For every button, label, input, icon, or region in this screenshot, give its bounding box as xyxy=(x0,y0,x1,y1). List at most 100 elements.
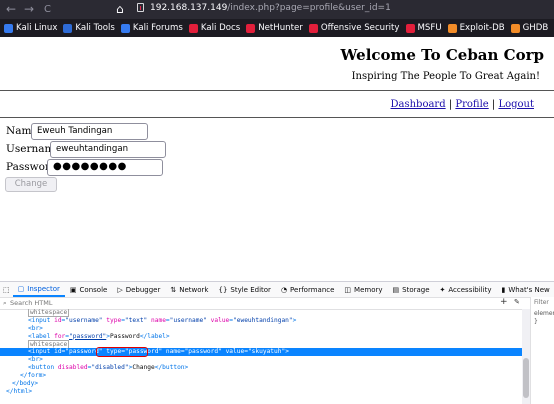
reload-button[interactable]: C xyxy=(44,3,51,17)
pick-element-icon[interactable]: ⬚ xyxy=(0,282,13,297)
bookmark-item[interactable]: Exploit-DB xyxy=(447,23,505,33)
bookmark-icon xyxy=(308,23,318,33)
rules-pane: Filter element } xyxy=(530,297,554,404)
tab-icon: ▮ xyxy=(501,285,506,294)
search-html-input[interactable]: Search HTML xyxy=(10,299,53,307)
bookmark-label: Exploit-DB xyxy=(459,23,505,33)
markup-line[interactable]: whitespace xyxy=(0,309,522,317)
eyedropper-icon[interactable]: ✎ xyxy=(514,298,520,306)
filter-styles-input[interactable]: Filter xyxy=(534,299,549,306)
divider-top xyxy=(0,90,554,91)
markup-line[interactable]: </body> xyxy=(0,380,522,388)
bookmark-label: MSFU xyxy=(417,23,442,33)
add-node-icon[interactable]: + xyxy=(500,297,508,307)
bookmark-label: Kali Tools xyxy=(75,23,115,33)
username-field[interactable]: eweuhtandingan xyxy=(50,141,166,158)
markup-line[interactable]: </form> xyxy=(0,372,522,380)
tab-icon: ◫ xyxy=(344,285,352,294)
bookmark-label: Kali Linux xyxy=(16,23,58,33)
markup-view[interactable]: whitespace <input id="username" type="te… xyxy=(0,309,522,404)
markup-line-selected[interactable]: <input id="password" type="password" nam… xyxy=(0,348,522,357)
devtools-tab-performance[interactable]: ◔ Performance xyxy=(276,282,339,297)
tab-label: Accessibility xyxy=(448,285,492,294)
bookmark-icon xyxy=(188,23,198,33)
markup-line[interactable]: <button disabled="disabled">Change</butt… xyxy=(0,364,522,372)
bookmark-item[interactable]: Kali Forums xyxy=(120,23,183,33)
tab-label: Debugger xyxy=(125,285,161,294)
highlight-annotation-box xyxy=(96,347,148,357)
bookmark-label: Kali Docs xyxy=(200,23,241,33)
devtools-tab-network[interactable]: ⇅ Network xyxy=(165,282,213,297)
insecure-lock-icon[interactable] xyxy=(137,3,144,12)
markup-line[interactable]: <label for="password">Password</label> xyxy=(0,333,522,341)
tab-label: Network xyxy=(179,285,209,294)
bookmark-item[interactable]: GHDB xyxy=(510,23,549,33)
password-field[interactable]: ●●●●●●●● xyxy=(47,159,163,176)
tab-label: Inspector xyxy=(27,284,60,293)
devtools-panel: ⬚ ▢ Inspector ▣ Console ▷ Debugger ⇅ Network{} S… xyxy=(0,281,554,404)
bookmark-item[interactable]: Kali Linux xyxy=(4,23,57,33)
tab-label: Style Editor xyxy=(230,285,271,294)
devtools-tabbar: ⬚ ▢ Inspector ▣ Console ▷ Debugger ⇅ Network{} S… xyxy=(0,282,554,298)
bookmark-item[interactable]: Kali Docs xyxy=(188,23,241,33)
dashboard-link[interactable]: Dashboard xyxy=(391,99,446,110)
scrollbar-thumb[interactable] xyxy=(523,358,529,398)
bookmark-item[interactable]: Kali Tools xyxy=(63,23,115,33)
tab-icon: ▣ xyxy=(69,285,77,294)
page-title: Welcome To Ceban Corp xyxy=(340,46,544,64)
bookmark-label: Kali Forums xyxy=(132,23,183,33)
logout-link[interactable]: Logout xyxy=(498,99,534,110)
bookmark-item[interactable]: Offensive Security xyxy=(308,23,400,33)
devtools-tab-what-s-new[interactable]: ▮ What's New xyxy=(496,282,554,297)
profile-link[interactable]: Profile xyxy=(455,99,488,110)
browser-toolbar: ← → C ⌂ 192.168.137.149/index.php?page=p… xyxy=(0,0,554,19)
tab-icon: ▢ xyxy=(17,284,25,293)
nav-links: Dashboard | Profile | Logout xyxy=(391,99,535,110)
divider-bottom xyxy=(0,117,554,118)
markup-line[interactable]: whitespace xyxy=(0,339,522,349)
tab-icon: ◔ xyxy=(280,285,288,294)
name-field[interactable]: Eweuh Tandingan xyxy=(31,123,148,140)
bookmark-icon xyxy=(246,23,256,33)
rule-close: } xyxy=(534,318,538,325)
bookmark-label: GHDB xyxy=(522,23,549,33)
bookmarks-bar: Kali Linux Kali Tools Kali Forums Kali Docs… xyxy=(0,19,554,37)
change-button[interactable]: Change xyxy=(5,177,57,192)
nav-separator: | xyxy=(491,99,496,110)
whitespace-badge: whitespace xyxy=(28,339,70,349)
url-path: /index.php?page=profile&user_id=1 xyxy=(227,3,391,13)
page-tagline: Inspiring The People To Great Again! xyxy=(351,71,540,82)
whitespace-badge: whitespace xyxy=(28,309,70,317)
url-field[interactable]: 192.168.137.149/index.php?page=profile&u… xyxy=(150,3,391,13)
bookmark-icon xyxy=(120,23,130,33)
bookmark-icon xyxy=(405,23,415,33)
devtools-tab-inspector[interactable]: ▢ Inspector xyxy=(12,282,65,297)
tab-icon: ▤ xyxy=(392,285,400,294)
tab-label: Performance xyxy=(290,285,335,294)
tab-label: Console xyxy=(79,285,108,294)
devtools-tab-storage[interactable]: ▤ Storage xyxy=(388,282,435,297)
home-icon[interactable]: ⌂ xyxy=(116,2,124,16)
devtools-tab-accessibility[interactable]: ✦ Accessibility xyxy=(435,282,497,297)
devtools-tab-debugger[interactable]: ▷ Debugger xyxy=(112,282,165,297)
search-icon: ⌕ xyxy=(3,299,7,307)
devtools-tab-memory[interactable]: ◫ Memory xyxy=(339,282,387,297)
tab-icon: {} xyxy=(218,285,228,294)
bookmark-icon xyxy=(63,23,73,33)
bookmark-label: Offensive Security xyxy=(320,23,400,33)
nav-separator: | xyxy=(448,99,453,110)
devtools-tab-console[interactable]: ▣ Console xyxy=(65,282,112,297)
bookmark-item[interactable]: MSFU xyxy=(405,23,442,33)
markup-line[interactable]: <input id="username" type="text" name="u… xyxy=(0,317,522,325)
tab-label: Storage xyxy=(402,285,430,294)
markup-line[interactable]: <br> xyxy=(0,325,522,333)
markup-line[interactable]: </html> xyxy=(0,388,522,396)
bookmark-icon xyxy=(447,23,457,33)
markup-line[interactable]: <br> xyxy=(0,356,522,364)
back-button[interactable]: ← xyxy=(6,2,16,16)
tab-icon: ⇅ xyxy=(170,285,177,294)
bookmark-item[interactable]: NetHunter xyxy=(246,23,303,33)
devtools-tab-style-editor[interactable]: {} Style Editor xyxy=(213,282,275,297)
forward-button[interactable]: → xyxy=(24,2,34,16)
url-host: 192.168.137.149 xyxy=(150,3,228,13)
